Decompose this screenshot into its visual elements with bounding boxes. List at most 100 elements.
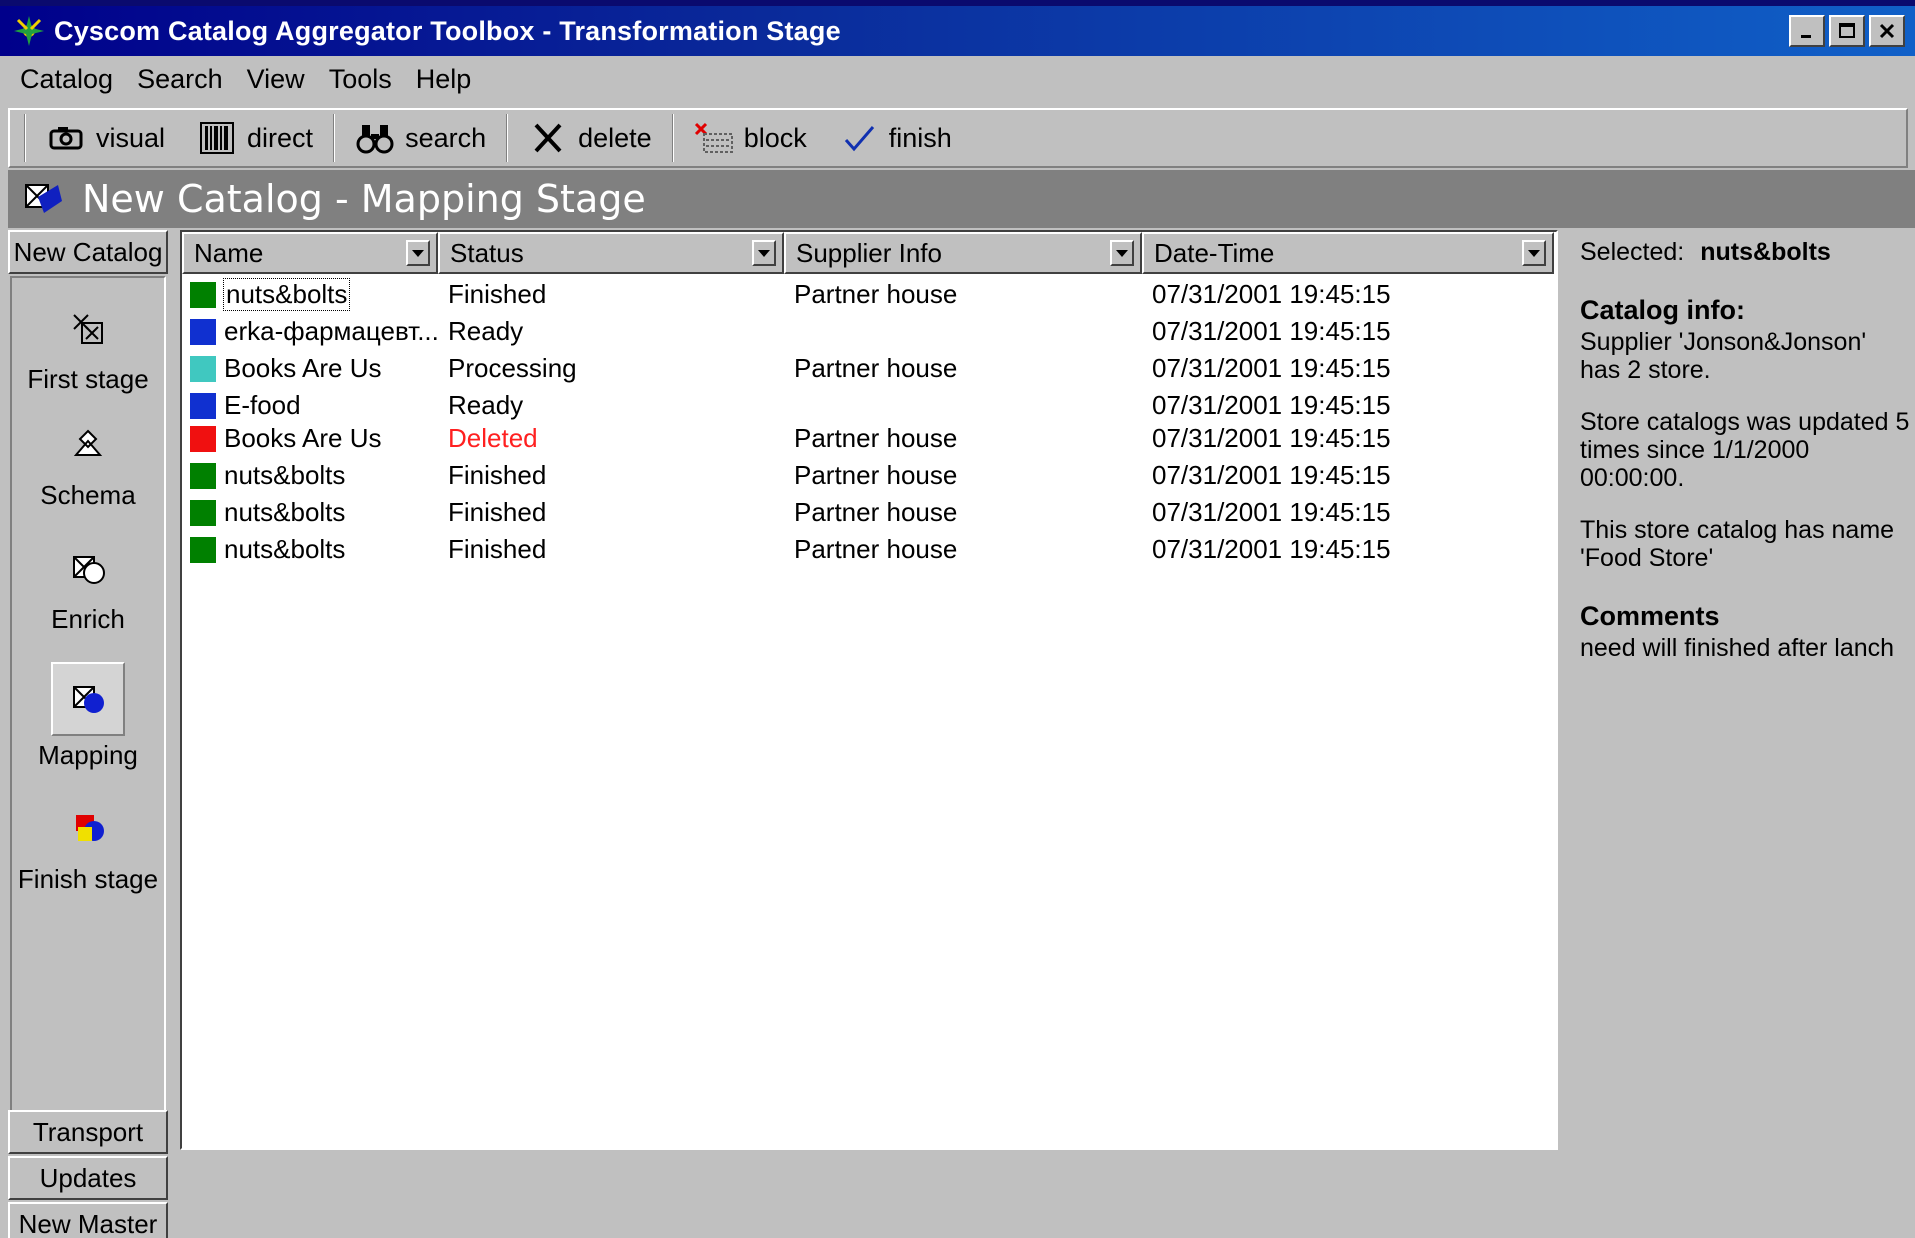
mapping-icon xyxy=(73,686,104,713)
selected-value: nuts&bolts xyxy=(1700,238,1831,266)
direct-button[interactable]: direct xyxy=(181,110,329,166)
column-header-name[interactable]: Name xyxy=(182,232,438,274)
group-new-master[interactable]: New Master xyxy=(8,1202,168,1238)
table-row[interactable]: Books Are Us Processing Partner house 07/31… xyxy=(182,350,1556,387)
status-color-icon xyxy=(190,499,216,526)
group-new-catalog[interactable]: New Catalog xyxy=(8,230,168,274)
table-row[interactable]: erka-фармацевт... Ready 07/31/2001 19:45:1… xyxy=(182,313,1556,350)
finish-button[interactable]: finish xyxy=(823,110,968,166)
name-cell: Books Are Us xyxy=(182,350,382,387)
chevron-down-icon[interactable] xyxy=(1522,240,1546,266)
table-row[interactable]: Books Are Us Deleted Partner house 07/31/20… xyxy=(182,420,1556,457)
close-button[interactable] xyxy=(1869,15,1905,47)
checkmark-icon xyxy=(844,126,874,152)
search-label: search xyxy=(405,122,487,153)
title-bar[interactable]: Cyscom Catalog Aggregator Toolbox - Tran… xyxy=(0,6,1915,56)
toolbar-separator xyxy=(24,114,26,162)
name-cell: erka-фармацевт... xyxy=(182,313,439,350)
visual-button[interactable]: visual xyxy=(30,110,181,166)
nav-first-stage[interactable]: First stage xyxy=(12,298,164,395)
nav-schema[interactable]: Schema xyxy=(12,414,164,511)
column-header-supplier[interactable]: Supplier Info xyxy=(784,232,1142,274)
menu-help[interactable]: Help xyxy=(416,64,472,95)
nav-enrich[interactable]: Enrich xyxy=(12,538,164,635)
chevron-down-icon[interactable] xyxy=(752,240,776,266)
name-cell: nuts&bolts xyxy=(182,457,345,494)
maximize-icon xyxy=(1839,23,1855,38)
name-cell: E-food xyxy=(182,387,301,424)
row-name: nuts&bolts xyxy=(224,460,346,490)
column-status-label: Status xyxy=(450,237,524,268)
table-row[interactable]: nuts&bolts Finished Partner house 07/31/200… xyxy=(182,531,1556,568)
row-supplier: Partner house xyxy=(794,460,958,490)
menu-bar: Catalog Search View Tools Help xyxy=(0,56,1915,102)
minimize-button[interactable] xyxy=(1789,15,1825,47)
catalog-list[interactable]: Name Status Supplier Info Date-Time nuts… xyxy=(180,230,1558,1150)
menu-view[interactable]: View xyxy=(247,64,305,95)
enrich-icon xyxy=(73,556,105,584)
left-navigation-bar: New Catalog First stage Schema Enrich Ma… xyxy=(8,230,170,1238)
group-updates[interactable]: Updates xyxy=(8,1156,168,1200)
status-color-icon xyxy=(190,392,216,419)
table-row[interactable]: nuts&bolts Finished Partner house 07/31/200… xyxy=(182,494,1556,531)
selected-label: Selected: xyxy=(1580,238,1685,266)
nav-enrich-label: Enrich xyxy=(51,604,125,634)
delete-x-icon xyxy=(534,123,562,153)
name-cell: Books Are Us xyxy=(182,420,382,457)
block-button[interactable]: block xyxy=(678,110,823,166)
chevron-down-icon[interactable] xyxy=(1110,240,1134,266)
status-color-icon xyxy=(190,281,216,308)
list-header: Name Status Supplier Info Date-Time xyxy=(182,232,1554,274)
barcode-icon xyxy=(200,122,235,154)
row-datetime: 07/31/2001 19:45:15 xyxy=(1152,423,1391,453)
block-icon xyxy=(694,122,733,153)
binoculars-icon xyxy=(356,125,394,154)
name-cell: nuts&bolts xyxy=(182,531,345,568)
chevron-down-icon[interactable] xyxy=(406,240,430,266)
status-color-icon xyxy=(190,536,216,563)
row-status: Ready xyxy=(448,390,524,420)
toolbar: visual direct search delete block finish xyxy=(8,108,1908,168)
row-supplier: Partner house xyxy=(794,497,958,527)
row-status: Deleted xyxy=(448,423,538,453)
row-supplier: Partner house xyxy=(794,423,958,453)
first-stage-icon xyxy=(73,314,103,344)
menu-tools[interactable]: Tools xyxy=(329,64,392,95)
nav-schema-label: Schema xyxy=(40,480,136,510)
close-icon xyxy=(1879,23,1895,39)
table-row[interactable]: nuts&bolts Finished Partner house 07/31/200… xyxy=(182,457,1556,494)
row-status: Finished xyxy=(448,460,547,490)
comments-heading: Comments xyxy=(1580,601,1720,631)
row-datetime: 07/31/2001 19:45:15 xyxy=(1152,460,1391,490)
menu-search[interactable]: Search xyxy=(137,64,223,95)
delete-button[interactable]: delete xyxy=(512,110,668,166)
column-header-datetime[interactable]: Date-Time xyxy=(1142,232,1554,274)
visual-label: visual xyxy=(96,122,166,153)
row-datetime: 07/31/2001 19:45:15 xyxy=(1152,534,1391,564)
row-name: erka-фармацевт... xyxy=(224,316,439,346)
row-status: Finished xyxy=(448,534,547,564)
menu-catalog[interactable]: Catalog xyxy=(20,64,113,95)
row-status: Finished xyxy=(448,279,547,309)
maximize-button[interactable] xyxy=(1829,15,1865,47)
search-button[interactable]: search xyxy=(339,110,502,166)
row-name: nuts&bolts xyxy=(224,497,346,527)
status-color-icon xyxy=(190,425,216,452)
block-label: block xyxy=(743,122,807,153)
finish-label: finish xyxy=(888,122,952,153)
column-header-status[interactable]: Status xyxy=(438,232,784,274)
catalog-info-name: This store catalog has name 'Food Store' xyxy=(1580,516,1895,572)
schema-icon xyxy=(73,429,103,456)
column-supplier-label: Supplier Info xyxy=(796,237,942,268)
toolbar-separator xyxy=(333,114,336,162)
finish-stage-icon xyxy=(76,815,104,841)
nav-finish-stage-label: Finish stage xyxy=(17,864,159,894)
table-row[interactable]: E-food Ready 07/31/2001 19:45:15 xyxy=(182,387,1556,424)
nav-finish-stage[interactable]: Finish stage xyxy=(12,798,164,895)
group-transport[interactable]: Transport xyxy=(8,1110,168,1154)
column-datetime-label: Date-Time xyxy=(1154,237,1275,268)
name-cell: nuts&bolts xyxy=(182,276,351,313)
nav-first-stage-label: First stage xyxy=(27,364,149,394)
table-row[interactable]: nuts&bolts Finished Partner house 07/31/200… xyxy=(182,276,1556,313)
nav-mapping[interactable]: Mapping xyxy=(12,662,164,771)
